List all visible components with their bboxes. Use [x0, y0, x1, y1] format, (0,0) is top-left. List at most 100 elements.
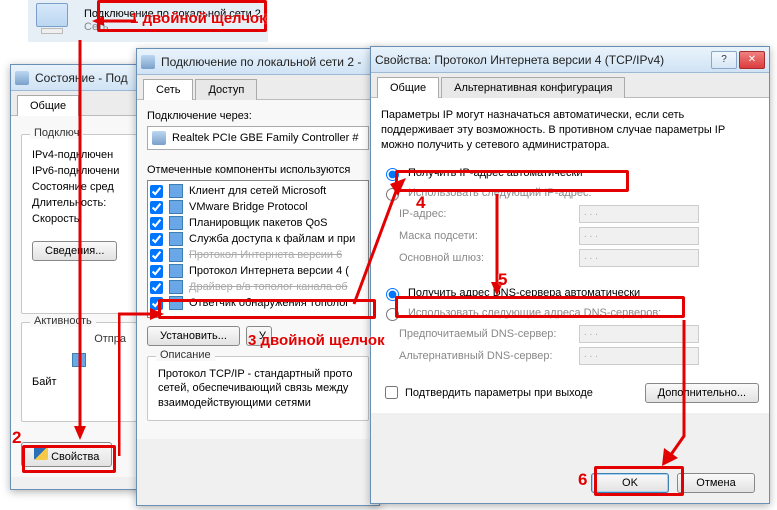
component-icon [169, 264, 183, 278]
checkbox-validate-label: Подтвердить параметры при выходе [405, 387, 593, 399]
label-subnet-mask: Маска подсети: [399, 230, 569, 242]
list-item[interactable]: Клиент для сетей Microsoft [150, 183, 366, 199]
status-window-title: Состояние - Под [35, 71, 128, 85]
radio-dns-manual[interactable] [386, 308, 399, 321]
checkbox[interactable] [150, 217, 163, 230]
activity-icon [72, 353, 86, 367]
shield-icon [34, 446, 48, 460]
tab-general[interactable]: Общие [377, 77, 439, 98]
network-connection-label: Подключение по локальной сети 2 Сеть [84, 8, 261, 34]
radio-dns-auto-label: Получить адрес DNS-сервера автоматически [408, 287, 640, 299]
ok-button[interactable]: OK [591, 473, 669, 493]
list-item-label: Клиент для сетей Microsoft [189, 185, 326, 197]
radio-ip-manual-label: Использовать следующий IP-адрес: [408, 187, 592, 199]
field-gateway: . . . [579, 249, 699, 267]
tcpip-properties-title: Свойства: Протокол Интернета версии 4 (T… [375, 53, 664, 67]
radio-dns-manual-label: Использовать следующие адреса DNS-сервер… [408, 307, 661, 319]
list-item-tcpip4[interactable]: Протокол Интернета версии 4 ( [150, 263, 366, 279]
list-item[interactable]: VMware Bridge Protocol [150, 199, 366, 215]
tab-general[interactable]: Общие [17, 95, 79, 116]
connection-properties-titlebar[interactable]: Подключение по локальной сети 2 - [137, 49, 379, 75]
component-icon [169, 184, 183, 198]
tab-access[interactable]: Доступ [195, 79, 257, 100]
list-item-label: Ответчик обнаружения тополог [189, 297, 349, 309]
network-connection-title: Подключение по локальной сети 2 [84, 8, 261, 21]
list-item-label: Протокол Интернета версии 6 [189, 249, 342, 261]
label-components: Отмеченные компоненты используются [147, 164, 369, 176]
install-button[interactable]: Установить... [147, 326, 240, 346]
radio-ip-manual-row[interactable]: Использовать следующий IP-адрес: [381, 185, 759, 201]
field-ip-address: . . . [579, 205, 699, 223]
adapter-field: Realtek PCIe GBE Family Controller # [147, 126, 369, 150]
tab-alt-config[interactable]: Альтернативная конфигурация [441, 77, 625, 98]
radio-dns-auto-row[interactable]: Получить адрес DNS-сервера автоматически [381, 285, 759, 301]
list-item-label: Служба доступа к файлам и при [189, 233, 355, 245]
field-dns-preferred: . . . [579, 325, 699, 343]
label-ipv6: IPv6-подключени [32, 165, 126, 177]
component-icon [169, 280, 183, 294]
list-item-label: VMware Bridge Protocol [189, 201, 308, 213]
radio-ip-manual[interactable] [386, 188, 399, 201]
label-speed: Скорость: [32, 213, 126, 225]
checkbox[interactable] [150, 265, 163, 278]
close-button[interactable]: ✕ [739, 51, 765, 69]
component-icon [169, 296, 183, 310]
radio-dns-auto[interactable] [386, 288, 399, 301]
list-item[interactable]: Ответчик обнаружения тополог [150, 295, 366, 311]
lan-icon [15, 71, 29, 85]
tab-network[interactable]: Сеть [143, 79, 193, 100]
radio-ip-auto[interactable] [386, 168, 399, 181]
field-dns-alternate: . . . [579, 347, 699, 365]
connection-properties-title: Подключение по локальной сети 2 - [161, 55, 361, 69]
component-icon [169, 216, 183, 230]
list-item[interactable]: Драйвер в/в тополог канала об [150, 279, 366, 295]
label-ipv4: IPv4-подключен [32, 149, 126, 161]
label-dns-alternate: Альтернативный DNS-сервер: [399, 350, 569, 362]
uninstall-button[interactable]: У [246, 326, 272, 346]
network-connection-subtitle: Сеть [84, 21, 261, 34]
radio-ip-auto-row[interactable]: Получить IP-адрес автоматически [381, 165, 759, 181]
label-duration: Длительность: [32, 197, 126, 209]
connection-properties-window: Подключение по локальной сети 2 - Сеть Д… [136, 48, 380, 506]
group-activity: Активность [30, 315, 96, 327]
info-text: Параметры IP могут назначаться автоматич… [381, 108, 759, 153]
radio-dns-manual-row[interactable]: Использовать следующие адреса DNS-сервер… [381, 305, 759, 321]
status-window-titlebar[interactable]: Состояние - Под [11, 65, 147, 91]
label-gateway: Основной шлюз: [399, 252, 569, 264]
list-item-label: Драйвер в/в тополог канала об [189, 281, 348, 293]
group-description: Описание [156, 349, 215, 361]
component-icon [169, 200, 183, 214]
list-item[interactable]: Планировщик пакетов QoS [150, 215, 366, 231]
tcpip-properties-titlebar[interactable]: Свойства: Протокол Интернета версии 4 (T… [371, 47, 769, 73]
radio-ip-auto-label: Получить IP-адрес автоматически [408, 167, 582, 179]
lan-icon [141, 55, 155, 69]
label-ip-address: IP-адрес: [399, 208, 569, 220]
properties-button[interactable]: Свойства [21, 442, 112, 467]
checkbox[interactable] [150, 185, 163, 198]
help-button[interactable]: ? [711, 51, 737, 69]
status-window: Состояние - Под Общие Подключ IPv4-подкл… [10, 64, 148, 490]
label-media-state: Состояние сред [32, 181, 126, 193]
list-item-label: Планировщик пакетов QoS [189, 217, 328, 229]
checkbox[interactable] [150, 281, 163, 294]
list-item[interactable]: Служба доступа к файлам и при [150, 231, 366, 247]
component-icon [169, 232, 183, 246]
advanced-button[interactable]: Дополнительно... [645, 383, 759, 403]
checkbox[interactable] [150, 201, 163, 214]
checkbox[interactable] [150, 249, 163, 262]
label-sent: Отпра [32, 333, 126, 345]
adapter-icon [152, 131, 166, 145]
component-icon [169, 248, 183, 262]
tcpip-properties-window: Свойства: Протокол Интернета версии 4 (T… [370, 46, 770, 504]
checkbox[interactable] [150, 233, 163, 246]
network-connection-icon[interactable]: Подключение по локальной сети 2 Сеть [28, 0, 268, 42]
checkbox[interactable] [150, 297, 163, 310]
list-item[interactable]: Протокол Интернета версии 6 [150, 247, 366, 263]
list-item-label: Протокол Интернета версии 4 ( [189, 265, 349, 277]
components-list[interactable]: Клиент для сетей Microsoft VMware Bridge… [147, 180, 369, 318]
details-button[interactable]: Сведения... [32, 241, 117, 261]
properties-button-label: Свойства [51, 451, 99, 463]
cancel-button[interactable]: Отмена [677, 473, 755, 493]
checkbox-validate[interactable] [385, 386, 398, 399]
field-subnet-mask: . . . [579, 227, 699, 245]
